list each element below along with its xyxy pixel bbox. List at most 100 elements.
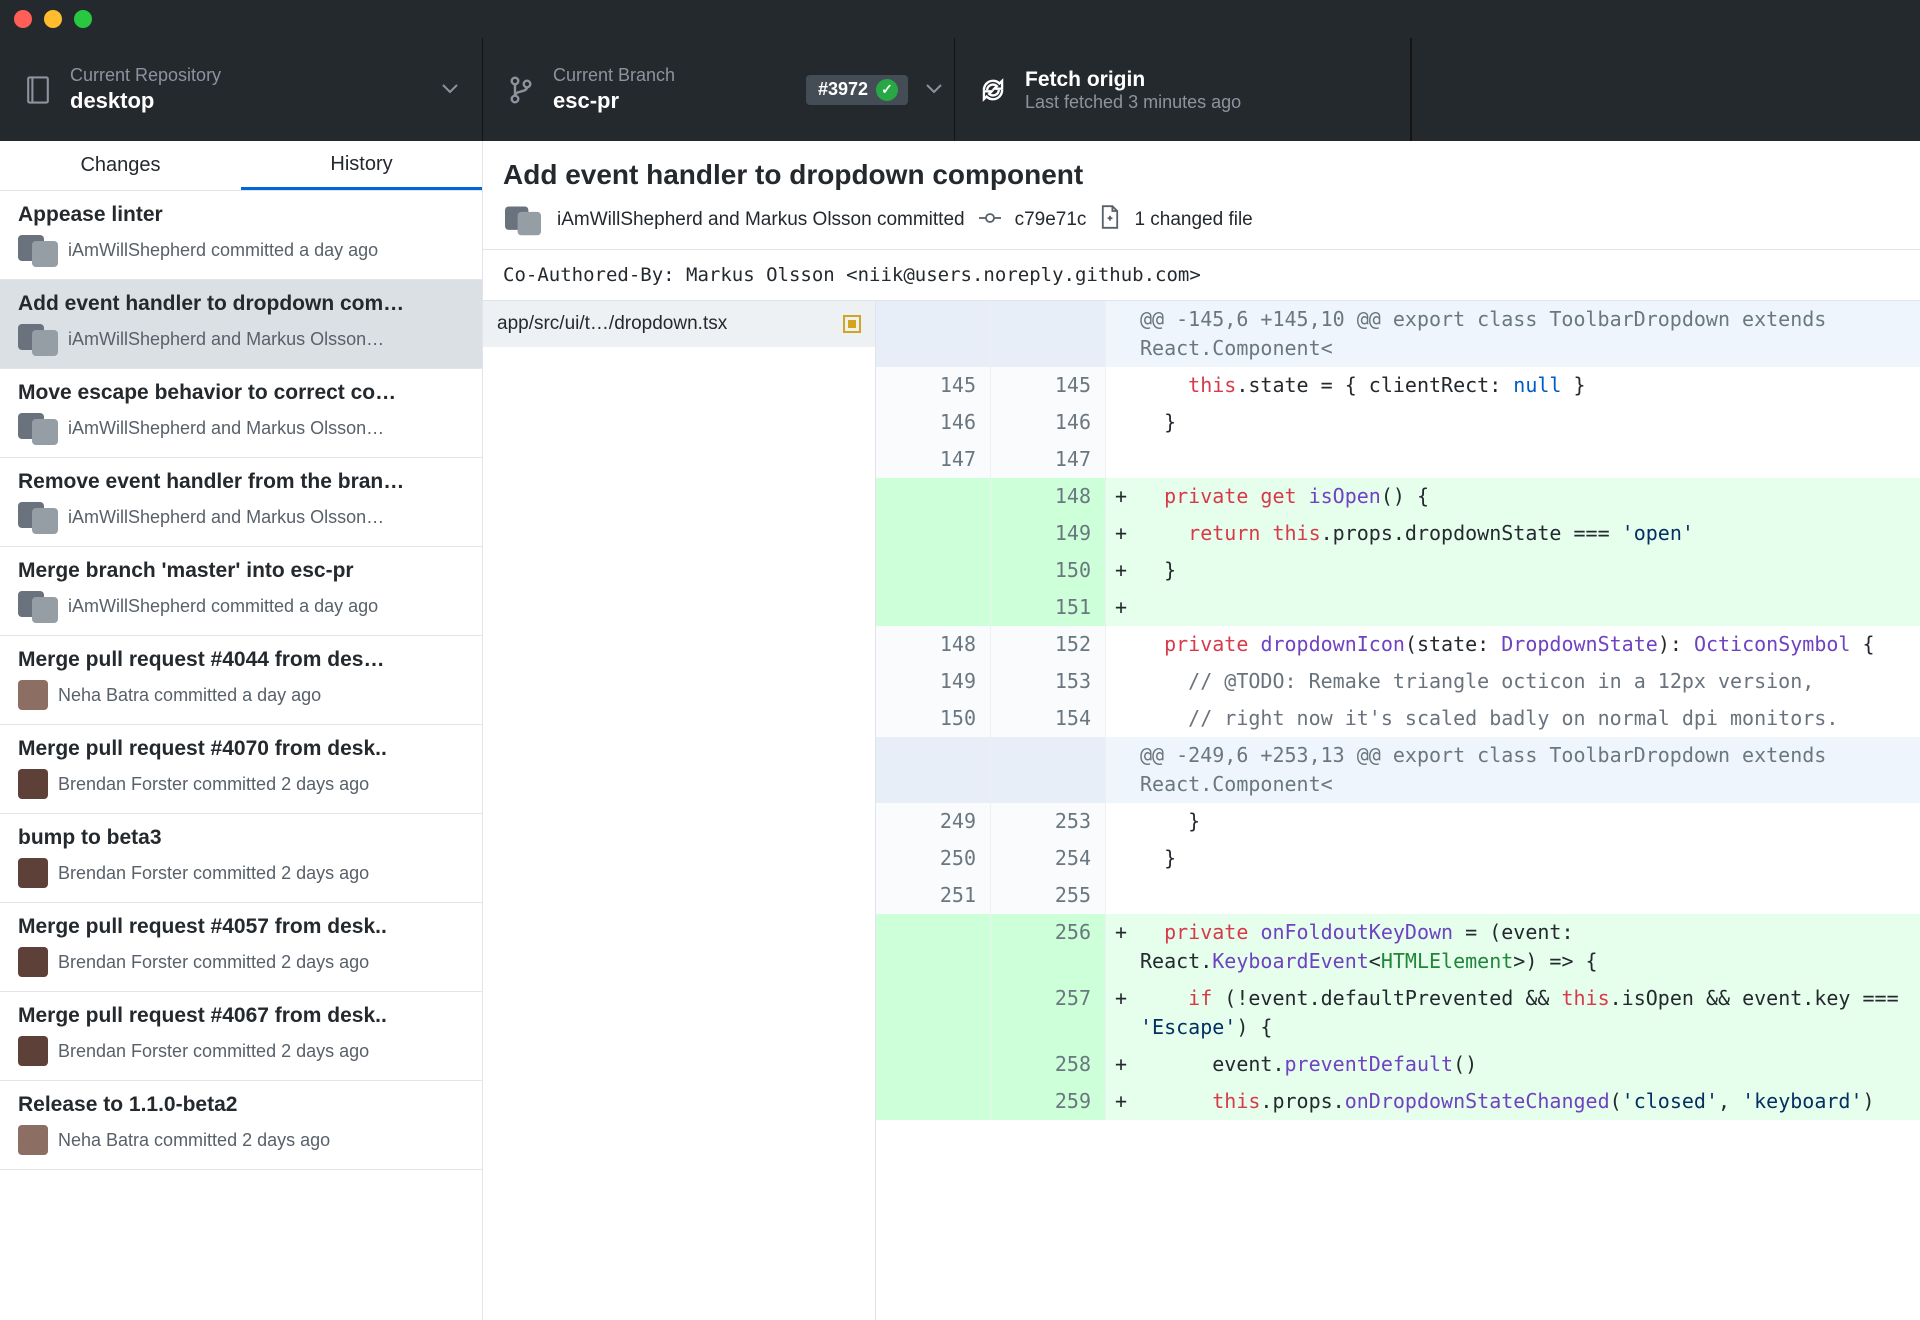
gutter-old: 148 — [876, 626, 991, 663]
toolbar-spacer — [1411, 38, 1920, 141]
diff-line: 259+ this.props.onDropdownStateChanged('… — [876, 1083, 1920, 1120]
diff-line: 147147 — [876, 441, 1920, 478]
tab-history[interactable]: History — [241, 141, 482, 190]
diff-sign: + — [1106, 515, 1136, 552]
diff-sign — [1106, 404, 1136, 441]
author-avatar — [18, 235, 58, 265]
file-item[interactable]: app/src/ui/t…/dropdown.tsx — [483, 301, 875, 347]
diff-code — [1136, 589, 1920, 626]
commit-item-meta: iAmWillShepherd and Markus Olsson… — [68, 418, 384, 439]
diff-line: 148+ private get isOpen() { — [876, 478, 1920, 515]
window-titlebar — [0, 0, 1920, 38]
diff-sign: + — [1106, 589, 1136, 626]
commit-item[interactable]: Merge pull request #4070 from desk..Bren… — [0, 725, 482, 814]
diff-code: @@ -145,6 +145,10 @@ export class Toolba… — [1136, 301, 1920, 367]
diff-line: @@ -249,6 +253,13 @@ export class Toolba… — [876, 737, 1920, 803]
diff-view[interactable]: @@ -145,6 +145,10 @@ export class Toolba… — [876, 301, 1920, 1320]
gutter-old — [876, 914, 991, 980]
commit-header: Add event handler to dropdown component … — [483, 141, 1920, 250]
window-minimize-button[interactable] — [44, 10, 62, 28]
gutter-new: 154 — [991, 700, 1106, 737]
diff-sign: + — [1106, 914, 1136, 980]
diff-line: 151+ — [876, 589, 1920, 626]
sync-icon — [979, 77, 1007, 103]
commit-item[interactable]: Merge pull request #4067 from desk..Bren… — [0, 992, 482, 1081]
diff-code: // right now it's scaled badly on normal… — [1136, 700, 1920, 737]
diff-file-icon — [1100, 205, 1120, 235]
diff-line: 256+ private onFoldoutKeyDown = (event: … — [876, 914, 1920, 980]
window-maximize-button[interactable] — [74, 10, 92, 28]
diff-sign — [1106, 803, 1136, 840]
diff-sign: + — [1106, 1046, 1136, 1083]
commit-item-meta: Brendan Forster committed 2 days ago — [58, 863, 369, 884]
sidebar-tabs: Changes History — [0, 141, 482, 191]
changed-files: 1 changed file — [1134, 209, 1252, 231]
gutter-old — [876, 1046, 991, 1083]
repo-name: desktop — [70, 88, 442, 114]
tab-changes[interactable]: Changes — [0, 141, 241, 190]
gutter-new: 151 — [991, 589, 1106, 626]
diff-line: 149153 // @TODO: Remake triangle octicon… — [876, 663, 1920, 700]
gutter-new: 153 — [991, 663, 1106, 700]
gutter-old: 150 — [876, 700, 991, 737]
window-close-button[interactable] — [14, 10, 32, 28]
author-avatar — [18, 1125, 48, 1155]
commit-item[interactable]: Merge pull request #4057 from desk.. Bren… — [0, 903, 482, 992]
commit-item[interactable]: Remove event handler from the bran…iAmWi… — [0, 458, 482, 547]
author-avatar — [18, 769, 48, 799]
gutter-new: 256 — [991, 914, 1106, 980]
commit-sha: c79e71c — [1015, 209, 1087, 231]
gutter-old — [876, 515, 991, 552]
gutter-new — [991, 301, 1106, 367]
gutter-old — [876, 301, 991, 367]
pr-badge[interactable]: #3972 ✓ — [806, 75, 908, 105]
diff-sign: + — [1106, 478, 1136, 515]
coauthor-line: Co-Authored-By: Markus Olsson <niik@user… — [483, 250, 1920, 301]
commit-item-meta: Brendan Forster committed 2 days ago — [58, 1041, 369, 1062]
commit-item-meta: Brendan Forster committed 2 days ago — [58, 952, 369, 973]
commit-item[interactable]: bump to beta3Brendan Forster committed 2… — [0, 814, 482, 903]
sidebar: Changes History Appease linteriAmWillShe… — [0, 141, 483, 1320]
diff-line: @@ -145,6 +145,10 @@ export class Toolba… — [876, 301, 1920, 367]
author-avatar — [18, 413, 58, 443]
diff-line: 150+ } — [876, 552, 1920, 589]
gutter-old — [876, 552, 991, 589]
commit-item-title: Merge branch 'master' into esc-pr — [18, 559, 464, 583]
gutter-old — [876, 737, 991, 803]
fetch-button[interactable]: Fetch origin Last fetched 3 minutes ago — [955, 38, 1411, 141]
diff-line: 258+ event.preventDefault() — [876, 1046, 1920, 1083]
commit-item[interactable]: Release to 1.1.0-beta2Neha Batra committ… — [0, 1081, 482, 1170]
gutter-new — [991, 737, 1106, 803]
gutter-new: 150 — [991, 552, 1106, 589]
commit-item-title: Release to 1.1.0-beta2 — [18, 1093, 464, 1117]
authors-avatar — [505, 207, 541, 234]
commit-item[interactable]: Appease linteriAmWillShepherd committed … — [0, 191, 482, 280]
main-panel: Add event handler to dropdown component … — [483, 141, 1920, 1320]
gutter-old — [876, 589, 991, 626]
commit-item-meta: Neha Batra committed a day ago — [58, 685, 321, 706]
commit-item-title: Appease linter — [18, 203, 464, 227]
gutter-new: 146 — [991, 404, 1106, 441]
check-icon: ✓ — [876, 79, 898, 101]
commit-item[interactable]: Merge pull request #4044 from des…Neha B… — [0, 636, 482, 725]
commit-item-meta: iAmWillShepherd and Markus Olsson… — [68, 507, 384, 528]
diff-code: private onFoldoutKeyDown = (event: React… — [1136, 914, 1920, 980]
author-avatar — [18, 324, 58, 354]
repo-dropdown[interactable]: Current Repository desktop — [0, 38, 483, 141]
diff-code: } — [1136, 840, 1920, 877]
commit-item[interactable]: Add event handler to dropdown com…iAmWil… — [0, 280, 482, 369]
diff-sign — [1106, 737, 1136, 803]
chevron-down-icon — [442, 82, 458, 97]
commit-item[interactable]: Merge branch 'master' into esc-priAmWill… — [0, 547, 482, 636]
gutter-new: 255 — [991, 877, 1106, 914]
commit-item-title: Merge pull request #4057 from desk.. — [18, 915, 464, 939]
diff-line: 145145 this.state = { clientRect: null } — [876, 367, 1920, 404]
commit-item[interactable]: Move escape behavior to correct co…iAmWi… — [0, 369, 482, 458]
file-list: app/src/ui/t…/dropdown.tsx — [483, 301, 876, 1320]
git-branch-icon — [507, 75, 535, 105]
branch-dropdown[interactable]: Current Branch esc-pr #3972 ✓ — [483, 38, 955, 141]
diff-line: 148152 private dropdownIcon(state: Dropd… — [876, 626, 1920, 663]
commit-list[interactable]: Appease linteriAmWillShepherd committed … — [0, 191, 482, 1320]
commit-item-title: Add event handler to dropdown com… — [18, 292, 464, 316]
diff-sign: + — [1106, 552, 1136, 589]
